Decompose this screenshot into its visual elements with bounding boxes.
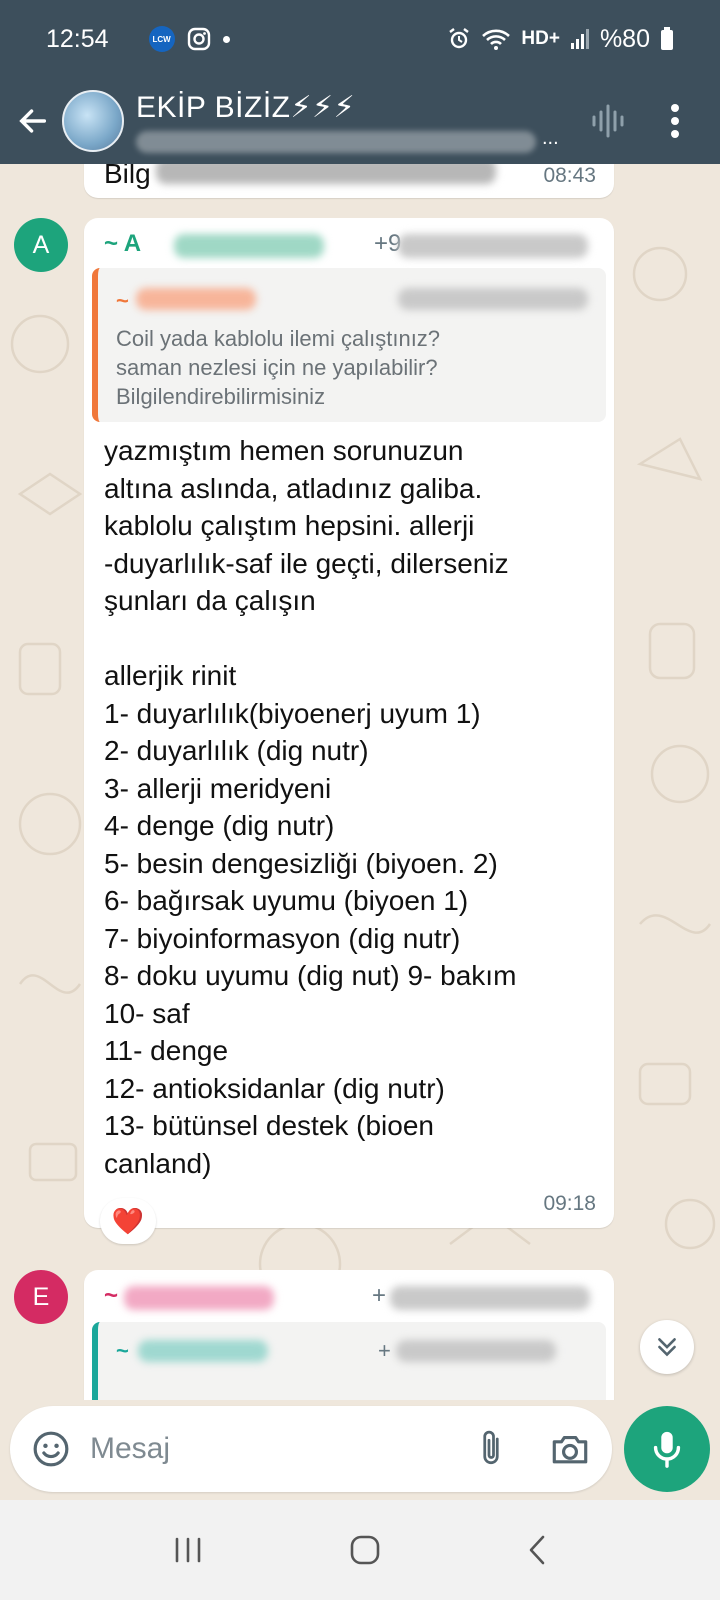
status-right: HD+ %80: [447, 25, 674, 54]
message-text: yazmıştım hemen sorunuzun altına aslında…: [104, 435, 517, 1179]
subtitle-ellipsis: ...: [542, 127, 559, 149]
lcw-app-icon: LCW: [148, 26, 175, 52]
composer-actions: [476, 1429, 590, 1469]
message-input[interactable]: [90, 1432, 476, 1466]
system-navigation-bar: [0, 1500, 720, 1600]
group-info[interactable]: EKİP BİZİZ⚡⚡⚡ ...: [136, 90, 588, 153]
message-bubble-next[interactable]: ~ + ~ +: [84, 1270, 614, 1400]
redacted-phone: [398, 234, 588, 258]
redacted-quoted-sender: [138, 1340, 268, 1362]
heart-icon: ❤️: [111, 1205, 145, 1236]
group-title: EKİP BİZİZ⚡⚡⚡: [136, 90, 356, 124]
status-time: 12:54: [46, 24, 109, 53]
wifi-icon: [482, 29, 511, 50]
back-nav-icon[interactable]: [525, 1533, 549, 1567]
heart-reaction[interactable]: ❤️: [100, 1198, 156, 1244]
message-time: 09:18: [543, 1192, 596, 1215]
redacted-quoted-phone: [398, 288, 588, 310]
chat-header: EKİP BİZİZ⚡⚡⚡ ...: [0, 78, 720, 164]
emoji-icon[interactable]: [32, 1429, 70, 1469]
sender-avatar-e[interactable]: E: [14, 1270, 68, 1324]
redacted-sender-name: [174, 234, 324, 258]
group-participants-redacted: [136, 130, 536, 153]
battery-percent: %80: [599, 24, 650, 53]
more-options-icon[interactable]: [670, 103, 680, 139]
microphone-icon: [653, 1431, 681, 1468]
notification-dot: [222, 35, 230, 43]
quoted-message[interactable]: ~ Coil yada kablolu ilemi çalıştınız? sa…: [92, 268, 606, 422]
message-bubble-main[interactable]: ~ A +9 ~ Coil yada kablolu ilemi çalıştı…: [84, 218, 614, 1228]
redacted-text: [156, 164, 496, 184]
alarm-icon: [449, 28, 470, 49]
instagram-icon: [187, 27, 210, 51]
next-sender-phone: +: [372, 1282, 387, 1309]
camera-icon[interactable]: [550, 1431, 590, 1467]
network-type: HD+: [521, 28, 560, 49]
signal-icon: [570, 29, 589, 49]
sender-avatar-a[interactable]: A: [14, 218, 68, 272]
voice-message-button[interactable]: [624, 1406, 710, 1492]
group-avatar[interactable]: [62, 90, 124, 152]
recent-apps-icon[interactable]: [171, 1535, 205, 1565]
audio-call-icon[interactable]: [588, 101, 628, 141]
message-composer: [10, 1406, 612, 1492]
header-actions: [588, 101, 680, 141]
notification-icons: LCW: [148, 26, 230, 52]
chat-area[interactable]: Bilg 08:43 A ~ A +9 ~ Coil yada kablolu …: [0, 164, 720, 1400]
next-quoted-sender-prefix: ~: [116, 1338, 129, 1363]
message-bubble-previous[interactable]: Bilg 08:43: [84, 164, 614, 198]
home-icon[interactable]: [348, 1533, 382, 1567]
battery-icon: [661, 27, 673, 50]
next-sender-name: ~: [104, 1282, 119, 1309]
previous-message-snippet: Bilg: [104, 164, 151, 189]
message-time: 08:43: [543, 164, 596, 187]
back-button[interactable]: [4, 104, 62, 138]
attach-icon[interactable]: [476, 1429, 506, 1469]
quoted-text: Coil yada kablolu ilemi çalıştınız? sama…: [116, 326, 441, 409]
quoted-sender-prefix: ~: [116, 288, 129, 313]
scroll-to-bottom-button[interactable]: [640, 1320, 694, 1374]
back-arrow-icon: [19, 109, 47, 133]
next-quoted-message[interactable]: ~ +: [92, 1322, 606, 1400]
sender-name: ~ A: [104, 230, 142, 257]
status-bar: 12:54 LCW HD+ %80: [0, 0, 720, 78]
redacted-quoted-sender: [136, 288, 256, 310]
redacted-sender-name: [124, 1286, 274, 1310]
redacted-phone: [390, 1286, 590, 1310]
redacted-quoted-phone: [396, 1340, 556, 1362]
double-chevron-down-icon: [658, 1338, 676, 1357]
next-quoted-phone-prefix: +: [378, 1338, 391, 1363]
